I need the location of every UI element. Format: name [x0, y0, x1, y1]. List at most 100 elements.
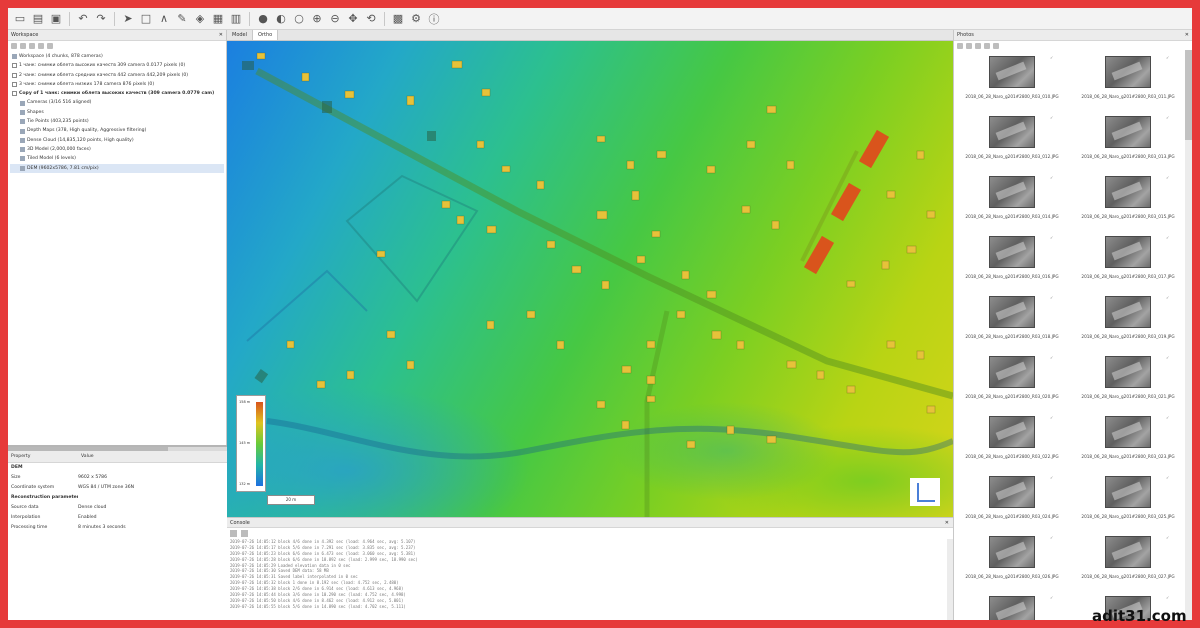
shapes-icon[interactable]: ▦: [210, 11, 226, 27]
photo-item[interactable]: ✓ 2018_06_28_Naro_g201#2800_R03_020.JPG: [954, 350, 1070, 410]
property-row[interactable]: Processing time 8 minutes 3 seconds: [8, 523, 227, 533]
open-icon[interactable]: ▤: [30, 11, 46, 27]
redo-icon[interactable]: ↷: [93, 11, 109, 27]
circle-icon[interactable]: ○: [291, 11, 307, 27]
save-icon[interactable]: ▣: [48, 11, 64, 27]
tab-ortho[interactable]: Ortho: [253, 30, 279, 40]
property-row[interactable]: Size 9602 x 5786: [8, 473, 227, 483]
close-icon[interactable]: ✕: [219, 30, 223, 40]
photo-item[interactable]: ✓ 2018_06_28_Naro_g201#2800_R03_017.JPG: [1070, 230, 1186, 290]
workspace-tree-item[interactable]: 1 чанк: снимки облета высоких качеств 30…: [10, 61, 224, 70]
photo-thumbnail[interactable]: [1105, 296, 1151, 328]
property-row[interactable]: Interpolation Enabled: [8, 513, 227, 523]
photo-item[interactable]: ✓ 2018_06_28_Naro_g201#2800_R03_016.JPG: [954, 230, 1070, 290]
add-chunk-icon[interactable]: [11, 43, 17, 49]
checkbox-icon[interactable]: [12, 82, 17, 88]
workspace-tree-item[interactable]: Copy of 1 чанк: снимки облета высоких ка…: [10, 89, 224, 98]
photo-thumbnail[interactable]: [989, 176, 1035, 208]
property-row[interactable]: DEM: [8, 463, 227, 473]
tab-model[interactable]: Model: [227, 30, 254, 40]
workspace-tree-item[interactable]: Depth Maps (378, High quality, Aggressiv…: [10, 126, 224, 135]
photo-item[interactable]: ✓ 2018_06_28_Naro_g201#2800_R03_026.JPG: [954, 530, 1070, 590]
photo-item[interactable]: ✓ 2018_06_28_Naro_g201#2800_R03_019.JPG: [1070, 290, 1186, 350]
enable-icon[interactable]: [38, 43, 44, 49]
photo-thumbnail[interactable]: [989, 536, 1035, 568]
workspace-tree-item[interactable]: 2 чанк: снимки облета средних качеств 44…: [10, 71, 224, 80]
photo-thumbnail[interactable]: [1105, 236, 1151, 268]
photo-thumbnail[interactable]: [989, 296, 1035, 328]
workspace-tree-item[interactable]: Cameras (3/16 516 aligned): [10, 98, 224, 107]
remove-icon[interactable]: [29, 43, 35, 49]
workspace-tree-item[interactable]: Tie Points (403,235 points): [10, 117, 224, 126]
save-log-icon[interactable]: [230, 530, 237, 537]
photo-item[interactable]: ✓ 2018_06_28_Naro_g201#2800_R03_011.JPG: [1070, 50, 1186, 110]
photos-scrollbar[interactable]: [1185, 50, 1192, 620]
photo-item[interactable]: ✓ 2018_06_28_Naro_g201#2800_R03_023.JPG: [1070, 410, 1186, 470]
photo-item[interactable]: ✓ 2018_06_28_Naro_g201#2800_R03_021.JPG: [1070, 350, 1186, 410]
photo-item[interactable]: ✓ 2018_06_28_Naro_g201#2800_R03_027.JPG: [1070, 530, 1186, 590]
close-icon[interactable]: ✕: [945, 518, 949, 527]
photo-thumbnail[interactable]: [989, 596, 1035, 620]
photo-thumbnail[interactable]: [989, 236, 1035, 268]
tools-icon[interactable]: ⚙: [408, 11, 424, 27]
photo-item[interactable]: ✓ 2018_06_28_Naro_g201#2800_R03_012.JPG: [954, 110, 1070, 170]
photo-thumbnail[interactable]: [1105, 176, 1151, 208]
photo-thumbnail[interactable]: [1105, 476, 1151, 508]
remove-photo-icon[interactable]: [966, 43, 972, 49]
photo-item[interactable]: ✓ 2018_06_28_Naro_g201#2800_R03_018.JPG: [954, 290, 1070, 350]
info-icon[interactable]: ⓘ: [426, 11, 442, 27]
photo-thumbnail[interactable]: [989, 476, 1035, 508]
rotate-icon[interactable]: [975, 43, 981, 49]
solid-icon[interactable]: ◐: [273, 11, 289, 27]
undo-icon[interactable]: ↶: [75, 11, 91, 27]
reset-view-icon[interactable]: ⟲: [363, 11, 379, 27]
photo-thumbnail[interactable]: [989, 116, 1035, 148]
property-row[interactable]: Reconstruction parameters: [8, 493, 227, 503]
photo-thumbnail[interactable]: [989, 56, 1035, 88]
view-mode-icon[interactable]: [993, 43, 999, 49]
photo-thumbnail[interactable]: [989, 356, 1035, 388]
workspace-tree-item[interactable]: Tiled Model (6 levels): [10, 154, 224, 163]
filter-icon[interactable]: [984, 43, 990, 49]
dem-map-view[interactable]: 158 m 145 m 132 m 20 m: [227, 41, 953, 517]
ruler-icon[interactable]: ◈: [192, 11, 208, 27]
photo-item[interactable]: ✓ 2018_06_28_Naro_g201#2800_R03_014.JPG: [954, 170, 1070, 230]
property-row[interactable]: Source data Dense cloud: [8, 503, 227, 513]
workspace-tree-item[interactable]: 3 чанк: снимки облета низких 178 camera …: [10, 80, 224, 89]
checkbox-icon[interactable]: [12, 72, 17, 78]
rect-select-icon[interactable]: □: [138, 11, 154, 27]
photo-item[interactable]: ✓ 2018_06_28_Naro_g201#2800_R03_013.JPG: [1070, 110, 1186, 170]
workspace-tree-item[interactable]: Dense Cloud (14,835,120 points, High qua…: [10, 136, 224, 145]
add-photos-icon[interactable]: [20, 43, 26, 49]
pencil-icon[interactable]: ✎: [174, 11, 190, 27]
workspace-tree-item[interactable]: 3D Model (2,000,000 faces): [10, 145, 224, 154]
horizontal-scrollbar[interactable]: [8, 447, 227, 451]
workspace-tree-item[interactable]: Workspace (4 chunks, 878 cameras): [10, 52, 224, 61]
disable-icon[interactable]: [47, 43, 53, 49]
draw-icon[interactable]: ∧: [156, 11, 172, 27]
photo-thumbnail[interactable]: [1105, 116, 1151, 148]
close-icon[interactable]: ✕: [1185, 30, 1189, 40]
select-icon[interactable]: ➤: [120, 11, 136, 27]
workspace-tree-item[interactable]: Shapes: [10, 108, 224, 117]
photo-thumbnail[interactable]: [1105, 356, 1151, 388]
zoom-in-icon[interactable]: ⊕: [309, 11, 325, 27]
photo-thumbnail[interactable]: [989, 416, 1035, 448]
move-icon[interactable]: ✥: [345, 11, 361, 27]
grid-icon[interactable]: ▥: [228, 11, 244, 27]
photo-item[interactable]: ✓ 2018_06_28_Naro_g201#2800_R03_022.JPG: [954, 410, 1070, 470]
photo-item[interactable]: ✓2018_06_28_Naro_g201#2800_R03_028.JPG: [954, 590, 1070, 620]
new-icon[interactable]: ▭: [12, 11, 28, 27]
photo-thumbnail[interactable]: [1105, 416, 1151, 448]
sphere-icon[interactable]: ●: [255, 11, 271, 27]
clear-log-icon[interactable]: [241, 530, 248, 537]
checkbox-icon[interactable]: [12, 91, 17, 97]
property-row[interactable]: Coordinate system WGS 84 / UTM zone 36N: [8, 483, 227, 493]
zoom-out-icon[interactable]: ⊖: [327, 11, 343, 27]
photo-thumbnail[interactable]: [1105, 536, 1151, 568]
add-photo-icon[interactable]: [957, 43, 963, 49]
photo-thumbnail[interactable]: [1105, 56, 1151, 88]
workspace-tree-item[interactable]: DEM (9602x5786, 7.81 cm/pix): [10, 163, 224, 173]
photo-item[interactable]: ✓ 2018_06_28_Naro_g201#2800_R03_025.JPG: [1070, 470, 1186, 530]
photo-item[interactable]: ✓ 2018_06_28_Naro_g201#2800_R03_015.JPG: [1070, 170, 1186, 230]
